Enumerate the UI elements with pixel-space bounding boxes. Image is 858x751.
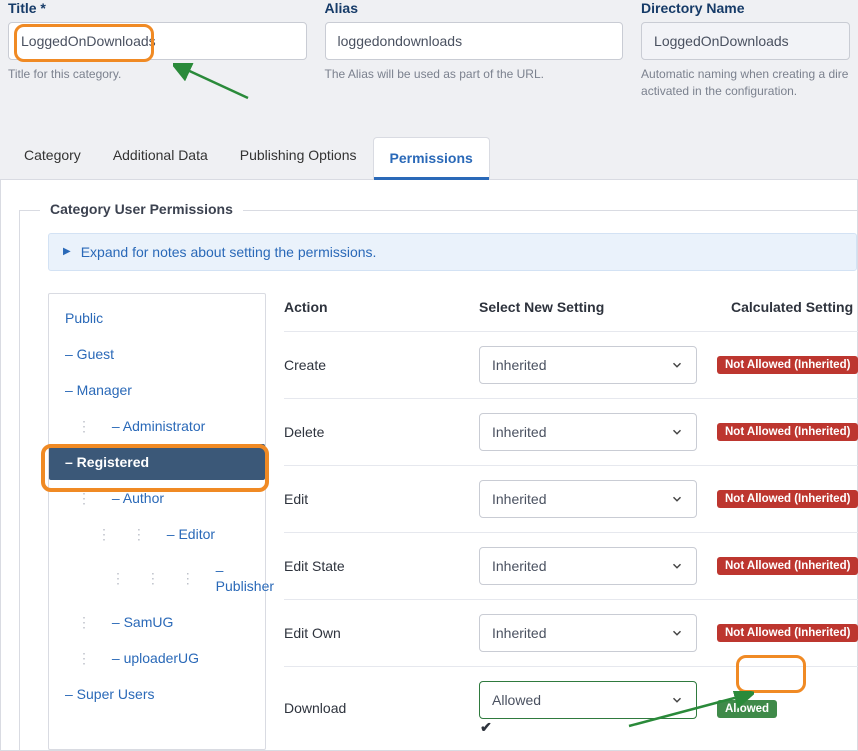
permission-row-edit-own: Edit Own Inherited Not Allowed (Inherited) bbox=[284, 599, 858, 666]
setting-select-value: Inherited bbox=[492, 491, 546, 507]
title-input[interactable] bbox=[8, 22, 307, 60]
action-label: Edit State bbox=[284, 558, 479, 574]
permission-row-edit-state: Edit State Inherited Not Allowed (Inherite… bbox=[284, 532, 858, 599]
calculated-cell: Not Allowed (Inherited) bbox=[717, 489, 858, 508]
header-select: Select New Setting bbox=[479, 299, 731, 315]
header-action: Action bbox=[284, 299, 479, 315]
setting-select[interactable]: Inherited bbox=[479, 413, 697, 451]
setting-select-value: Allowed bbox=[492, 692, 541, 708]
permission-row-create: Create Inherited Not Allowed (Inherited) bbox=[284, 331, 858, 398]
group-super-users[interactable]: – Super Users bbox=[49, 676, 265, 712]
calculated-badge: Not Allowed (Inherited) bbox=[717, 624, 858, 642]
tab-permissions[interactable]: Permissions bbox=[373, 137, 490, 179]
group-editor[interactable]: ⋮ ⋮ – Editor bbox=[49, 516, 265, 552]
group-public[interactable]: Public bbox=[49, 300, 265, 336]
group-manager[interactable]: – Manager bbox=[49, 372, 265, 408]
calculated-badge: Not Allowed (Inherited) bbox=[717, 557, 858, 575]
chevron-down-icon bbox=[670, 626, 684, 640]
calculated-cell: Allowed bbox=[717, 699, 858, 718]
fieldset-legend: Category User Permissions bbox=[40, 201, 243, 217]
expand-notes-label: Expand for notes about setting the permi… bbox=[81, 244, 377, 260]
directory-name-input bbox=[641, 22, 850, 60]
permission-row-download: Download Allowed ✔ Allowed bbox=[284, 666, 858, 750]
calculated-badge: Not Allowed (Inherited) bbox=[717, 423, 858, 441]
setting-select-value: Inherited bbox=[492, 558, 546, 574]
calculated-cell: Not Allowed (Inherited) bbox=[717, 556, 858, 575]
permission-row-delete: Delete Inherited Not Allowed (Inherited) bbox=[284, 398, 858, 465]
title-help: Title for this category. bbox=[8, 66, 307, 83]
tabs: Category Additional Data Publishing Opti… bbox=[8, 135, 858, 179]
group-administrator[interactable]: ⋮ – Administrator bbox=[49, 408, 265, 444]
chevron-down-icon bbox=[670, 425, 684, 439]
calculated-cell: Not Allowed (Inherited) bbox=[717, 623, 858, 642]
group-registered[interactable]: – Registered bbox=[49, 444, 265, 480]
setting-select-value: Inherited bbox=[492, 424, 546, 440]
permissions-table-header: Action Select New Setting Calculated Set… bbox=[284, 293, 858, 331]
permissions-table: Action Select New Setting Calculated Set… bbox=[284, 293, 858, 750]
directory-name-label: Directory Name bbox=[641, 0, 850, 16]
chevron-down-icon bbox=[670, 492, 684, 506]
chevron-down-icon bbox=[670, 559, 684, 573]
user-group-list: Public – Guest – Manager ⋮ – Administrat… bbox=[48, 293, 266, 750]
tab-publishing-options[interactable]: Publishing Options bbox=[224, 135, 373, 179]
calculated-badge: Not Allowed (Inherited) bbox=[717, 490, 858, 508]
action-label: Edit Own bbox=[284, 625, 479, 641]
action-label: Create bbox=[284, 357, 479, 373]
alias-input[interactable] bbox=[325, 22, 624, 60]
tab-additional-data[interactable]: Additional Data bbox=[97, 135, 224, 179]
group-uploaderug[interactable]: ⋮ – uploaderUG bbox=[49, 640, 265, 676]
calculated-cell: Not Allowed (Inherited) bbox=[717, 355, 858, 374]
header-calculated: Calculated Setting bbox=[731, 299, 858, 315]
setting-select-value: Inherited bbox=[492, 357, 546, 373]
directory-name-help: Automatic naming when creating a dire ac… bbox=[641, 66, 850, 100]
title-label: Title * bbox=[8, 0, 307, 16]
setting-select[interactable]: Inherited bbox=[479, 614, 697, 652]
setting-select-value: Inherited bbox=[492, 625, 546, 641]
setting-select[interactable]: Inherited bbox=[479, 346, 697, 384]
chevron-down-icon bbox=[670, 693, 684, 707]
chevron-down-icon bbox=[670, 358, 684, 372]
calculated-badge: Allowed bbox=[717, 700, 777, 718]
expand-triangle-icon: ▶ bbox=[63, 246, 71, 257]
setting-select[interactable]: Allowed bbox=[479, 681, 697, 719]
permission-row-edit: Edit Inherited Not Allowed (Inherited) bbox=[284, 465, 858, 532]
expand-notes-button[interactable]: ▶ Expand for notes about setting the per… bbox=[48, 233, 857, 271]
action-label: Delete bbox=[284, 424, 479, 440]
action-label: Download bbox=[284, 700, 479, 716]
calculated-cell: Not Allowed (Inherited) bbox=[717, 422, 858, 441]
alias-help: The Alias will be used as part of the UR… bbox=[325, 66, 624, 83]
alias-label: Alias bbox=[325, 0, 624, 16]
setting-select[interactable]: Inherited bbox=[479, 547, 697, 585]
group-samug[interactable]: ⋮ – SamUG bbox=[49, 604, 265, 640]
field-title: Title * Title for this category. bbox=[8, 0, 307, 100]
group-guest[interactable]: – Guest bbox=[49, 336, 265, 372]
check-icon: ✔ bbox=[477, 719, 495, 736]
field-directory-name: Directory Name Automatic naming when cre… bbox=[641, 0, 850, 100]
group-publisher[interactable]: ⋮ ⋮ ⋮ – Publisher bbox=[49, 552, 265, 604]
calculated-badge: Not Allowed (Inherited) bbox=[717, 356, 858, 374]
field-alias: Alias The Alias will be used as part of … bbox=[325, 0, 624, 100]
action-label: Edit bbox=[284, 491, 479, 507]
permissions-panel: Category User Permissions ▶ Expand for n… bbox=[0, 179, 858, 751]
group-author[interactable]: ⋮ – Author bbox=[49, 480, 265, 516]
tab-category[interactable]: Category bbox=[8, 135, 97, 179]
setting-select[interactable]: Inherited bbox=[479, 480, 697, 518]
